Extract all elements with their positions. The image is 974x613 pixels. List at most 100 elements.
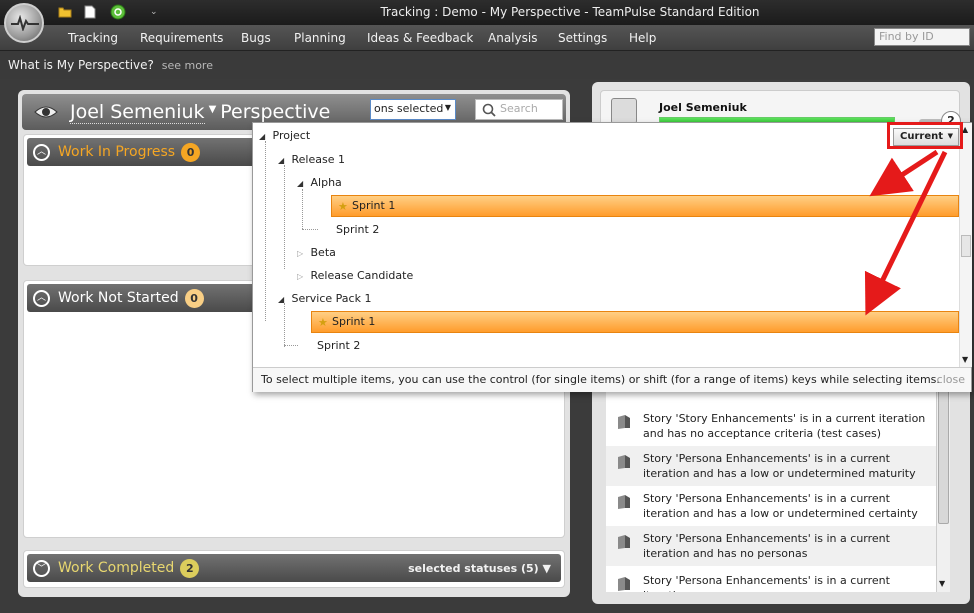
tree-node-label: Alpha xyxy=(310,176,342,189)
warning-text: Story 'Story Enhancements' is in a curre… xyxy=(643,412,926,440)
menu-settings[interactable]: Settings xyxy=(558,31,607,45)
menu-ideas-feedback[interactable]: Ideas & Feedback xyxy=(367,31,473,45)
story-icon xyxy=(616,494,632,510)
warning-text: Story 'Persona Enhancements' is in a cur… xyxy=(643,452,916,480)
warning-text: Story 'Persona Enhancements' is in a cur… xyxy=(643,492,918,520)
work-completed-header[interactable]: ﹀ Work Completed 2 selected statuses (5) … xyxy=(27,554,561,582)
expand-icon[interactable]: ▷ xyxy=(297,249,307,258)
scrollbar-thumb[interactable] xyxy=(938,388,949,524)
story-icon xyxy=(616,576,632,592)
work-not-started-label: Work Not Started xyxy=(58,290,179,306)
tree-connector xyxy=(284,165,285,269)
menu-bugs[interactable]: Bugs xyxy=(241,31,271,45)
list-item[interactable]: Story 'Story Enhancements' is in a curre… xyxy=(606,406,936,446)
find-by-id-input[interactable]: Find by ID xyxy=(874,28,970,46)
section-label: Work In Progress 0 xyxy=(58,143,201,162)
tree-node-release-candidate[interactable]: ▷ Release Candidate xyxy=(297,269,413,291)
tip-text: To select multiple items, you can use th… xyxy=(261,373,940,386)
scroll-down-icon[interactable]: ▼ xyxy=(939,579,945,588)
scroll-down-icon[interactable]: ▼ xyxy=(962,355,968,364)
list-item[interactable]: Story 'Persona Enhancements' is in a cur… xyxy=(606,486,936,526)
section-label: Work Completed 2 xyxy=(58,559,200,578)
collapse-icon[interactable]: ︿ xyxy=(33,290,50,307)
collapse-icon[interactable]: ◢ xyxy=(278,156,288,165)
close-tip-button[interactable]: close xyxy=(937,373,965,386)
current-iteration-star-icon: ★ xyxy=(338,200,348,213)
collapse-icon[interactable]: ︿ xyxy=(33,144,50,161)
tree-node-release-1[interactable]: ◢ Release 1 xyxy=(278,153,345,175)
refresh-icon[interactable] xyxy=(110,4,126,20)
work-completed-label: Work Completed xyxy=(58,560,175,576)
iteration-select[interactable]: ons selected ▼ xyxy=(370,99,456,120)
open-folder-icon[interactable] xyxy=(58,5,72,20)
tree-node-sprint-1-alpha[interactable]: ★ Sprint 1 xyxy=(331,195,959,217)
list-item[interactable]: Story 'Persona Enhancements' is in a cur… xyxy=(606,446,936,486)
tree-connector xyxy=(302,229,318,230)
info-question: What is My Perspective? xyxy=(8,58,154,72)
see-more-link[interactable]: see more xyxy=(162,59,213,72)
scrollbar-thumb[interactable] xyxy=(961,235,971,257)
title-bar: ⌄ Tracking : Demo - My Perspective - Tea… xyxy=(0,0,974,25)
warning-scrollbar[interactable]: ▼ xyxy=(936,386,950,592)
tree-node-sprint-2-alpha[interactable]: Sprint 2 xyxy=(336,223,379,245)
tree-node-label: Beta xyxy=(310,246,336,259)
tree-connector xyxy=(265,141,266,321)
info-bar: What is My Perspective? see more xyxy=(0,51,974,79)
tree-node-sprint-2-service-pack[interactable]: Sprint 2 xyxy=(317,339,360,361)
user-card[interactable]: Joel Semeniuk 2 xyxy=(600,90,961,133)
expand-icon[interactable]: ▷ xyxy=(297,272,307,281)
tree-node-project[interactable]: ◢ Project xyxy=(259,129,310,151)
work-in-progress-count: 0 xyxy=(181,143,201,162)
work-completed-section: ﹀ Work Completed 2 selected statuses (5) … xyxy=(23,550,565,588)
menu-requirements[interactable]: Requirements xyxy=(140,31,223,45)
tree-node-label: Release Candidate xyxy=(310,269,414,282)
tree-node-label: Release 1 xyxy=(291,153,345,166)
user-dropdown-icon[interactable]: ▼ xyxy=(209,104,217,115)
chevron-down-icon: ▼ xyxy=(444,103,451,112)
search-placeholder: Search xyxy=(500,102,538,115)
tree-node-sprint-1-service-pack[interactable]: ★ Sprint 1 xyxy=(311,311,959,333)
app-logo[interactable] xyxy=(4,3,44,43)
collapse-icon[interactable]: ◢ xyxy=(297,179,307,188)
current-iteration-star-icon: ★ xyxy=(318,316,328,329)
menu-analysis[interactable]: Analysis xyxy=(488,31,537,45)
iteration-tree-popup: ◢ Project ◢ Release 1 ◢ Alpha ★ Sprint 1… xyxy=(252,122,972,392)
avatar xyxy=(611,98,637,124)
quick-access-dropdown-icon[interactable]: ⌄ xyxy=(150,7,164,22)
perspective-label: Perspective xyxy=(220,101,331,123)
tree-node-label: Sprint 1 xyxy=(352,199,396,212)
new-document-icon[interactable] xyxy=(84,5,98,20)
tree-node-label: Sprint 1 xyxy=(332,315,376,328)
work-not-started-count: 0 xyxy=(184,289,204,308)
status-filter-label: selected statuses (5) xyxy=(408,562,539,575)
highlight-box xyxy=(887,122,963,149)
collapse-icon[interactable]: ◢ xyxy=(259,132,269,141)
story-icon xyxy=(616,534,632,550)
story-icon xyxy=(616,414,632,430)
work-in-progress-label: Work In Progress xyxy=(58,144,176,160)
perspective-title: Joel Semeniuk ▼ Perspective xyxy=(70,101,331,124)
tree-node-label: Project xyxy=(272,129,311,142)
search-input[interactable]: Search xyxy=(475,99,563,120)
story-icon xyxy=(616,454,632,470)
menu-bar: Tracking Requirements Bugs Planning Idea… xyxy=(0,25,974,51)
tree-node-label: Service Pack 1 xyxy=(291,292,372,305)
perspective-user-name[interactable]: Joel Semeniuk xyxy=(70,101,205,124)
collapse-icon[interactable]: ◢ xyxy=(278,295,288,304)
warning-list: and has no tasks Story 'Story Enhancemen… xyxy=(606,386,936,592)
warning-text: Story 'Persona Enhancements' is in a cur… xyxy=(643,574,890,592)
list-item[interactable]: Story 'Persona Enhancements' is in a cur… xyxy=(606,568,936,592)
status-filter-dropdown[interactable]: selected statuses (5) ▼ xyxy=(408,562,551,575)
work-completed-count: 2 xyxy=(180,559,200,578)
eye-icon xyxy=(34,105,58,119)
list-item[interactable]: Story 'Persona Enhancements' is in a cur… xyxy=(606,526,936,566)
section-label: Work Not Started 0 xyxy=(58,289,204,308)
menu-tracking[interactable]: Tracking xyxy=(68,31,118,45)
tree-scrollbar[interactable]: ▲ ▼ xyxy=(959,123,972,367)
menu-planning[interactable]: Planning xyxy=(294,31,346,45)
menu-help[interactable]: Help xyxy=(629,31,656,45)
warning-text: Story 'Persona Enhancements' is in a cur… xyxy=(643,532,890,560)
tree-node-beta[interactable]: ▷ Beta xyxy=(297,246,336,268)
expand-icon[interactable]: ﹀ xyxy=(33,560,50,577)
multi-select-tip: To select multiple items, you can use th… xyxy=(253,367,971,392)
